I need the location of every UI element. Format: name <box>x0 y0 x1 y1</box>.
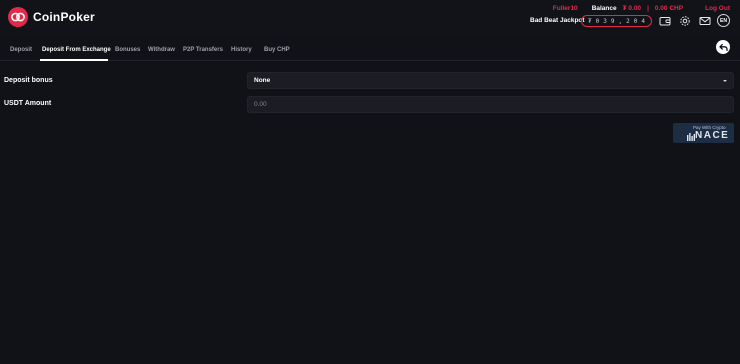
nace-name: NACE <box>695 130 730 141</box>
username[interactable]: Fuller10 <box>553 5 578 12</box>
top-bar: CoinPoker Fuller10 Balance ₮ 0.00 | 0.00… <box>0 0 740 34</box>
wallet-icon[interactable] <box>658 14 671 27</box>
jackpot-digit: 3 <box>603 17 607 25</box>
usdt-amount-input[interactable]: 0.00 <box>247 96 734 113</box>
balance-label: Balance <box>591 4 617 12</box>
tab-deposit-from-exchange[interactable]: Deposit From Exchange <box>42 47 111 53</box>
nace-pay-button[interactable]: Pay With Crypto NACE <box>673 123 734 143</box>
jackpot-digit: 9 <box>610 17 615 25</box>
tab-bar: Deposit Deposit From Exchange Bonuses Wi… <box>0 34 740 61</box>
tab-buy-chp[interactable]: Buy CHP <box>264 47 290 53</box>
jackpot-digit: , <box>618 17 623 25</box>
chevron-down-icon <box>723 80 727 82</box>
coinpoker-logo-icon[interactable] <box>8 7 28 27</box>
deposit-bonus-label: Deposit bonus <box>4 77 53 84</box>
tab-p2p-transfers[interactable]: P2P Transfers <box>183 47 223 53</box>
jackpot-digit: 4 <box>641 17 645 25</box>
deposit-bonus-value: None <box>254 77 271 84</box>
jackpot-digit: ₮ <box>588 17 592 25</box>
jackpot-digit: 2 <box>626 17 630 25</box>
active-tab-indicator <box>40 59 108 61</box>
balance-usdt: ₮ 0.00 <box>622 4 642 12</box>
balance-chp: 0.00 CHP <box>654 4 684 12</box>
tab-withdraw[interactable]: Withdraw <box>148 47 175 53</box>
usdt-amount-label: USDT Amount <box>4 100 52 107</box>
balance-separator: | <box>647 4 649 12</box>
back-arrow-icon <box>718 43 728 51</box>
jackpot-digit: 0 <box>633 17 638 25</box>
gear-icon[interactable] <box>678 14 691 27</box>
nace-logo-icon <box>687 133 695 141</box>
jackpot-counter: ₮ 0 3 9 , 2 0 4 <box>581 15 652 27</box>
back-button[interactable] <box>716 40 730 54</box>
brand-name: CoinPoker <box>33 10 95 24</box>
language-selector[interactable]: EN <box>717 14 730 27</box>
mail-icon[interactable] <box>698 14 711 27</box>
tab-bonuses[interactable]: Bonuses <box>115 47 140 53</box>
jackpot-label: Bad Beat Jackpot <box>530 17 585 24</box>
usdt-amount-placeholder: 0.00 <box>254 101 267 108</box>
tab-history[interactable]: History <box>231 47 252 53</box>
jackpot-digit: 0 <box>595 17 600 25</box>
tab-deposit[interactable]: Deposit <box>10 47 32 53</box>
deposit-bonus-select[interactable]: None <box>247 72 734 89</box>
logout-link[interactable]: Log Out <box>705 5 730 12</box>
account-summary: Fuller10 Balance ₮ 0.00 | 0.00 CHP Log O… <box>553 3 730 13</box>
